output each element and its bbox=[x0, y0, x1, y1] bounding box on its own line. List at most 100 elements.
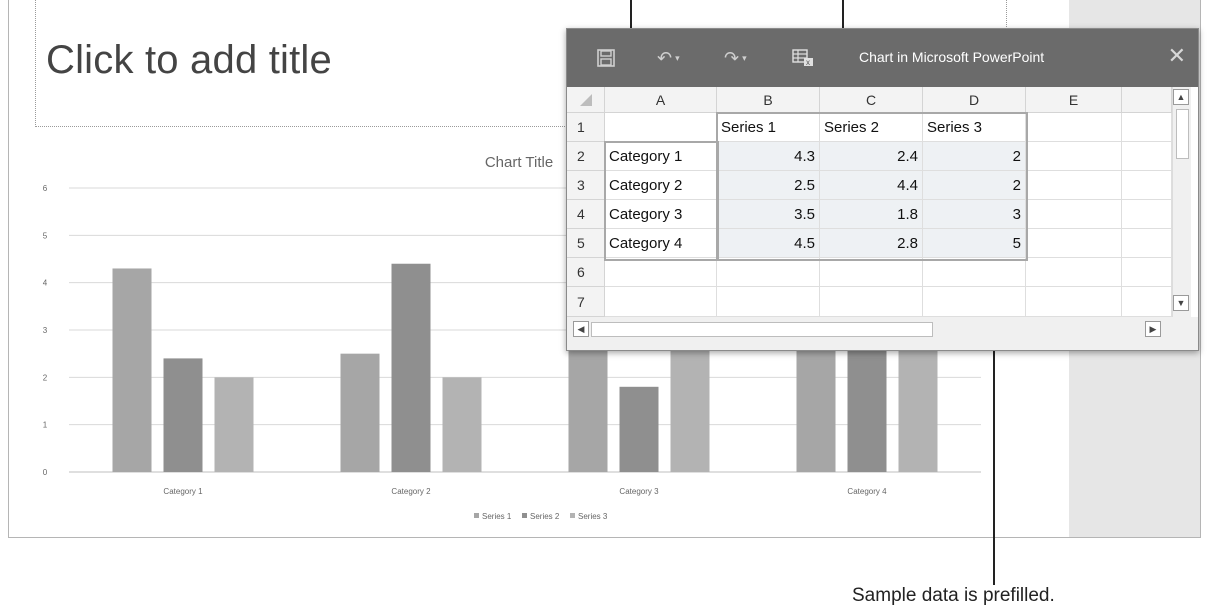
y-tick-label: 2 bbox=[43, 373, 48, 382]
legend-label: Series 2 bbox=[530, 512, 560, 521]
horizontal-scrollbar[interactable]: ◀ ▶ bbox=[573, 320, 1161, 338]
cell-f1[interactable] bbox=[1122, 113, 1172, 142]
svg-text:x: x bbox=[806, 58, 810, 67]
scroll-down-icon[interactable]: ▼ bbox=[1173, 295, 1189, 311]
cell-a2[interactable]: Category 1 bbox=[605, 142, 717, 171]
cell-c3[interactable]: 4.4 bbox=[820, 171, 923, 200]
bar-1 bbox=[112, 268, 152, 472]
cell-d4[interactable]: 3 bbox=[923, 200, 1026, 229]
window-titlebar[interactable]: ↶ ▾ ↷ ▾ x Chart in Microsoft PowerPoint ✕ bbox=[567, 29, 1198, 87]
cell-c7[interactable] bbox=[820, 287, 923, 317]
legend-swatch bbox=[474, 513, 479, 518]
cell-e6[interactable] bbox=[1026, 258, 1122, 287]
cell-a6[interactable] bbox=[605, 258, 717, 287]
row-header-2[interactable]: 2 bbox=[567, 142, 605, 171]
bar-2 bbox=[847, 339, 887, 472]
cell-a4[interactable]: Category 3 bbox=[605, 200, 717, 229]
legend-swatch bbox=[570, 513, 575, 518]
horizontal-scroll-thumb[interactable] bbox=[591, 322, 933, 337]
row-header-5[interactable]: 5 bbox=[567, 229, 605, 258]
save-icon[interactable] bbox=[597, 47, 615, 69]
cell-b1[interactable]: Series 1 bbox=[717, 113, 820, 142]
select-all-triangle-icon bbox=[579, 93, 592, 106]
cell-b5[interactable]: 4.5 bbox=[717, 229, 820, 258]
vertical-scrollbar[interactable]: ▲ ▼ bbox=[1172, 87, 1191, 317]
cell-b6[interactable] bbox=[717, 258, 820, 287]
cell-a3[interactable]: Category 2 bbox=[605, 171, 717, 200]
cell-b4[interactable]: 3.5 bbox=[717, 200, 820, 229]
row-header-4[interactable]: 4 bbox=[567, 200, 605, 229]
cell-f2[interactable] bbox=[1122, 142, 1172, 171]
bar-3 bbox=[670, 330, 710, 472]
cell-c4[interactable]: 1.8 bbox=[820, 200, 923, 229]
column-header-b[interactable]: B bbox=[717, 87, 820, 113]
cell-d3[interactable]: 2 bbox=[923, 171, 1026, 200]
cell-e3[interactable] bbox=[1026, 171, 1122, 200]
legend-label: Series 3 bbox=[578, 512, 608, 521]
y-tick-label: 4 bbox=[43, 279, 48, 288]
x-tick-label: Category 3 bbox=[619, 487, 659, 496]
cell-d7[interactable] bbox=[923, 287, 1026, 317]
y-tick-label: 6 bbox=[43, 184, 48, 193]
bar-3 bbox=[442, 377, 482, 472]
vertical-scroll-thumb[interactable] bbox=[1176, 109, 1189, 159]
column-header-a[interactable]: A bbox=[605, 87, 717, 113]
scroll-right-icon[interactable]: ▶ bbox=[1145, 321, 1161, 337]
cell-b3[interactable]: 2.5 bbox=[717, 171, 820, 200]
row-header-6[interactable]: 6 bbox=[567, 258, 605, 287]
column-header-d[interactable]: D bbox=[923, 87, 1026, 113]
cell-f7[interactable] bbox=[1122, 287, 1172, 317]
x-tick-label: Category 4 bbox=[847, 487, 887, 496]
cell-f5[interactable] bbox=[1122, 229, 1172, 258]
scroll-up-icon[interactable]: ▲ bbox=[1173, 89, 1189, 105]
cell-a5[interactable]: Category 4 bbox=[605, 229, 717, 258]
close-icon[interactable]: ✕ bbox=[1168, 43, 1186, 69]
select-all-corner[interactable] bbox=[567, 87, 605, 113]
cell-e4[interactable] bbox=[1026, 200, 1122, 229]
spreadsheet-grid[interactable]: A B C D E 1 2 3 4 5 6 7 Series 1 Series … bbox=[567, 87, 1198, 317]
redo-icon[interactable]: ↷ ▾ bbox=[724, 47, 747, 69]
cell-c6[interactable] bbox=[820, 258, 923, 287]
cell-a1[interactable] bbox=[605, 113, 717, 142]
y-tick-label: 5 bbox=[43, 231, 48, 240]
cell-d5[interactable]: 5 bbox=[923, 229, 1026, 258]
cell-b7[interactable] bbox=[717, 287, 820, 317]
cell-f4[interactable] bbox=[1122, 200, 1172, 229]
column-header-f[interactable] bbox=[1122, 87, 1172, 113]
bar-2 bbox=[163, 358, 203, 472]
cell-c5[interactable]: 2.8 bbox=[820, 229, 923, 258]
y-tick-label: 1 bbox=[43, 421, 48, 430]
callout-text: Sample data is prefilled. bbox=[852, 585, 1055, 606]
column-header-c[interactable]: C bbox=[820, 87, 923, 113]
bar-1 bbox=[340, 353, 380, 472]
undo-icon[interactable]: ↶ ▾ bbox=[657, 47, 680, 69]
cell-b2[interactable]: 4.3 bbox=[717, 142, 820, 171]
row-header-7[interactable]: 7 bbox=[567, 287, 605, 317]
bar-2 bbox=[619, 386, 659, 472]
cell-d1[interactable]: Series 3 bbox=[923, 113, 1026, 142]
chart-data-window[interactable]: ↶ ▾ ↷ ▾ x Chart in Microsoft PowerPoint ✕ … bbox=[566, 28, 1199, 351]
cell-c1[interactable]: Series 2 bbox=[820, 113, 923, 142]
cell-e5[interactable] bbox=[1026, 229, 1122, 258]
chart-title: Chart Title bbox=[485, 154, 553, 171]
x-tick-label: Category 1 bbox=[163, 487, 203, 496]
cell-e1[interactable] bbox=[1026, 113, 1122, 142]
y-tick-label: 3 bbox=[43, 326, 48, 335]
row-header-1[interactable]: 1 bbox=[567, 113, 605, 142]
edit-data-icon[interactable]: x bbox=[792, 47, 814, 69]
cell-f3[interactable] bbox=[1122, 171, 1172, 200]
cell-a7[interactable] bbox=[605, 287, 717, 317]
scroll-left-icon[interactable]: ◀ bbox=[573, 321, 589, 337]
bar-2 bbox=[391, 263, 431, 472]
bar-3 bbox=[214, 377, 254, 472]
cell-e7[interactable] bbox=[1026, 287, 1122, 317]
cell-d2[interactable]: 2 bbox=[923, 142, 1026, 171]
row-header-3[interactable]: 3 bbox=[567, 171, 605, 200]
cell-d6[interactable] bbox=[923, 258, 1026, 287]
cell-e2[interactable] bbox=[1026, 142, 1122, 171]
column-header-e[interactable]: E bbox=[1026, 87, 1122, 113]
cell-f6[interactable] bbox=[1122, 258, 1172, 287]
legend-label: Series 1 bbox=[482, 512, 512, 521]
x-tick-label: Category 2 bbox=[391, 487, 431, 496]
cell-c2[interactable]: 2.4 bbox=[820, 142, 923, 171]
